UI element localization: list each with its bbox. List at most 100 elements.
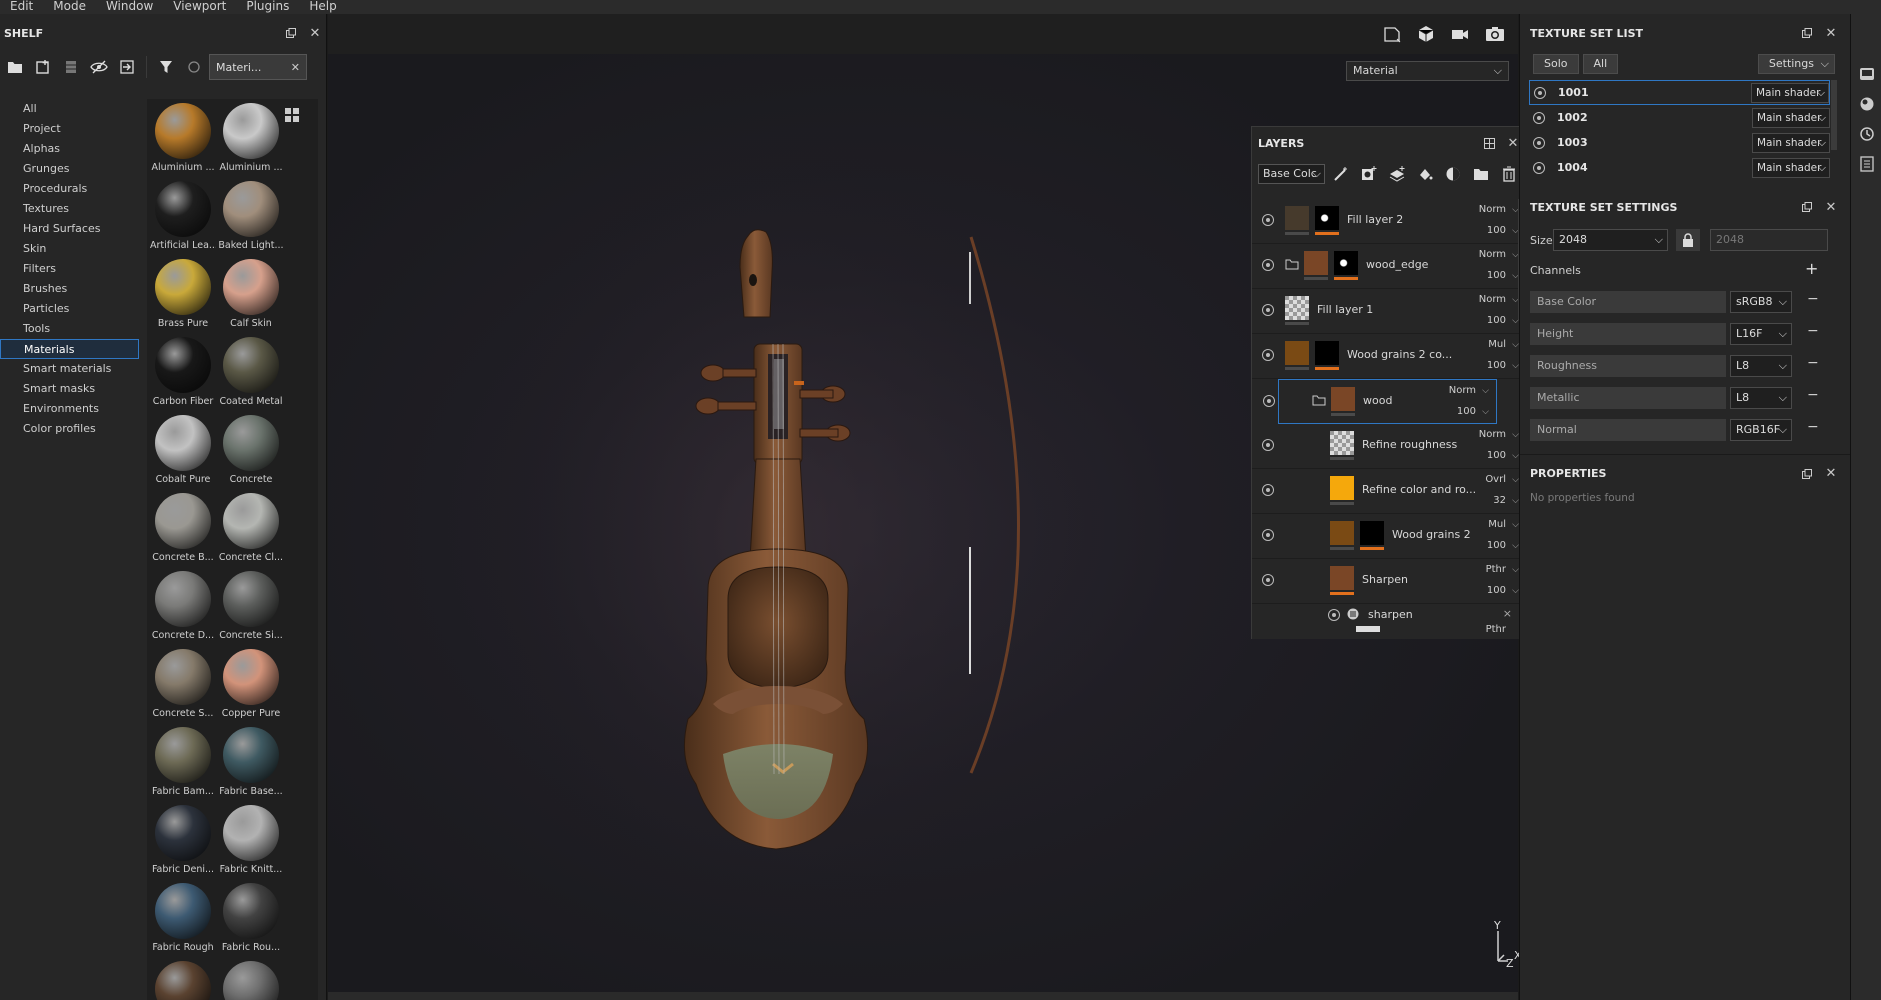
material-tile[interactable]: Fabric Deni... [149,803,217,881]
layer-row[interactable]: Sharpen Pthr ⌵ 100 ⌵ [1252,559,1526,604]
chevron-down-icon[interactable]: ⌵ [1512,541,1519,551]
shelf-category-skin[interactable]: Skin [0,239,139,259]
layer-opacity[interactable]: 100 [1487,360,1506,371]
remove-channel-icon[interactable]: − [1807,291,1819,307]
add-smart-mask-icon[interactable] [1441,163,1465,185]
visibility-eye-icon[interactable] [1263,395,1275,407]
database-icon[interactable] [58,54,84,80]
layer-row[interactable]: wood Norm ⌵ 100 ⌵ [1263,379,1497,424]
chevron-down-icon[interactable]: ⌵ [1512,475,1519,485]
hide-icon[interactable] [86,54,112,80]
shader-dropdown[interactable]: Main shader ⌵ [1751,82,1829,103]
channel-dropdown[interactable]: Base Colc ⌵ [1258,164,1325,184]
layer-opacity[interactable]: 100 [1457,406,1476,417]
size-dropdown[interactable]: 2048 ⌵ [1553,229,1668,251]
layer-row[interactable]: Pthr [1252,624,1526,639]
layer-row[interactable]: Fill layer 1 Norm ⌵ 100 ⌵ [1252,289,1526,334]
effect-close-icon[interactable]: × [1503,607,1512,620]
shelf-category-alphas[interactable]: Alphas [0,139,139,159]
layer-thumbnail[interactable] [1285,206,1309,230]
material-tile[interactable]: Fabric Rough [149,881,217,959]
add-channel-icon[interactable]: + [1805,259,1818,278]
layer-row[interactable]: Wood grains 2 co... Mul ⌵ 100 ⌵ [1252,334,1526,379]
lock-icon[interactable] [1676,229,1700,251]
refresh-icon[interactable] [181,54,207,80]
chevron-down-icon[interactable]: ⌵ [1482,386,1489,396]
material-tile[interactable]: Coated Metal [217,335,285,413]
blend-mode[interactable]: Ovrl [1485,474,1506,485]
visibility-eye-icon[interactable] [1262,439,1274,451]
texture-set-radio[interactable] [1533,111,1545,124]
visibility-eye-icon[interactable] [1262,574,1274,586]
material-tile[interactable]: Concrete Si... [217,569,285,647]
layer-thumbnail[interactable] [1304,251,1328,275]
shelf-category-color-profiles[interactable]: Color profiles [0,419,139,439]
blend-mode[interactable]: Norm [1479,204,1506,215]
chevron-down-icon[interactable]: ⌵ [1512,565,1519,575]
layer-row[interactable]: Wood grains 2 Mul ⌵ 100 ⌵ [1252,514,1526,559]
display-settings-icon[interactable] [1851,59,1881,89]
layer-thumbnail[interactable] [1330,431,1354,455]
material-tile[interactable]: Fabric Bam... [149,725,217,803]
layer-thumbnail[interactable] [1285,296,1309,320]
shelf-category-smart-materials[interactable]: Smart materials [0,359,139,379]
shelf-category-grunges[interactable]: Grunges [0,159,139,179]
tsl-undock-icon[interactable] [1800,26,1814,40]
menu-viewport[interactable]: Viewport [163,0,236,14]
shader-settings-icon[interactable] [1851,89,1881,119]
shelf-category-brushes[interactable]: Brushes [0,279,139,299]
blend-mode[interactable]: Norm [1479,249,1506,260]
delete-layer-icon[interactable] [1497,163,1521,185]
history-icon[interactable] [1851,119,1881,149]
material-tile[interactable]: Carbon Fiber [149,335,217,413]
material-tile[interactable]: Fabric Base... [217,725,285,803]
chevron-down-icon[interactable]: ⌵ [1512,496,1519,506]
layer-thumbnail[interactable] [1330,521,1354,545]
material-tile[interactable]: Concrete [217,413,285,491]
blend-mode[interactable]: Mul [1488,339,1506,350]
channel-format-dropdown[interactable]: L16F ⌵ [1730,323,1792,345]
shader-dropdown[interactable]: Main shader ⌵ [1752,132,1830,153]
visibility-eye-icon[interactable] [1262,214,1274,226]
add-fill-layer-icon[interactable] [1413,163,1437,185]
import-icon[interactable] [114,54,140,80]
menu-help[interactable]: Help [299,0,346,14]
shelf-category-environments[interactable]: Environments [0,399,139,419]
blend-mode[interactable]: Norm [1449,385,1476,396]
layers-close-icon[interactable]: ✕ [1506,136,1520,151]
remove-channel-icon[interactable]: − [1807,419,1819,435]
effect-row[interactable]: sharpen × [1252,604,1526,626]
material-tile[interactable]: Copper Pure [217,647,285,725]
folder-icon[interactable] [2,54,28,80]
visibility-eye-icon[interactable] [1262,259,1274,271]
material-tile[interactable]: Cobalt Pure [149,413,217,491]
shelf-category-materials[interactable]: Materials [0,339,139,359]
shelf-category-all[interactable]: All [0,99,139,119]
material-tile[interactable]: Artificial Lea... [149,179,217,257]
tsl-close-icon[interactable]: ✕ [1824,26,1838,41]
tss-undock-icon[interactable] [1800,200,1814,214]
blend-mode[interactable]: Norm [1479,294,1506,305]
material-tile[interactable]: Brass Pure [149,257,217,335]
visibility-eye-icon[interactable] [1262,349,1274,361]
undock-icon[interactable] [284,26,298,40]
blend-mode[interactable]: Pthr [1486,624,1506,635]
layer-opacity[interactable]: 100 [1487,540,1506,551]
shelf-tab-materials[interactable]: Materi... ✕ [209,54,307,80]
tab-close-icon[interactable]: ✕ [291,61,300,74]
visibility-eye-icon[interactable] [1262,304,1274,316]
layer-thumbnail[interactable] [1285,341,1309,365]
mask-thumbnail[interactable] [1360,521,1384,545]
shelf-category-particles[interactable]: Particles [0,299,139,319]
channel-format-dropdown[interactable]: L8 ⌵ [1730,355,1792,377]
mask-thumbnail[interactable] [1334,251,1358,275]
all-button[interactable]: All [1582,54,1619,74]
remove-channel-icon[interactable]: − [1807,323,1819,339]
effect-visibility-icon[interactable] [1328,609,1340,621]
menu-window[interactable]: Window [96,0,163,14]
blend-mode[interactable]: Mul [1488,519,1506,530]
texture-set-radio[interactable] [1533,136,1545,149]
texture-set-row[interactable]: 1001 Main shader ⌵ [1529,80,1830,105]
chevron-down-icon[interactable]: ⌵ [1512,586,1519,596]
shelf-category-smart-masks[interactable]: Smart masks [0,379,139,399]
